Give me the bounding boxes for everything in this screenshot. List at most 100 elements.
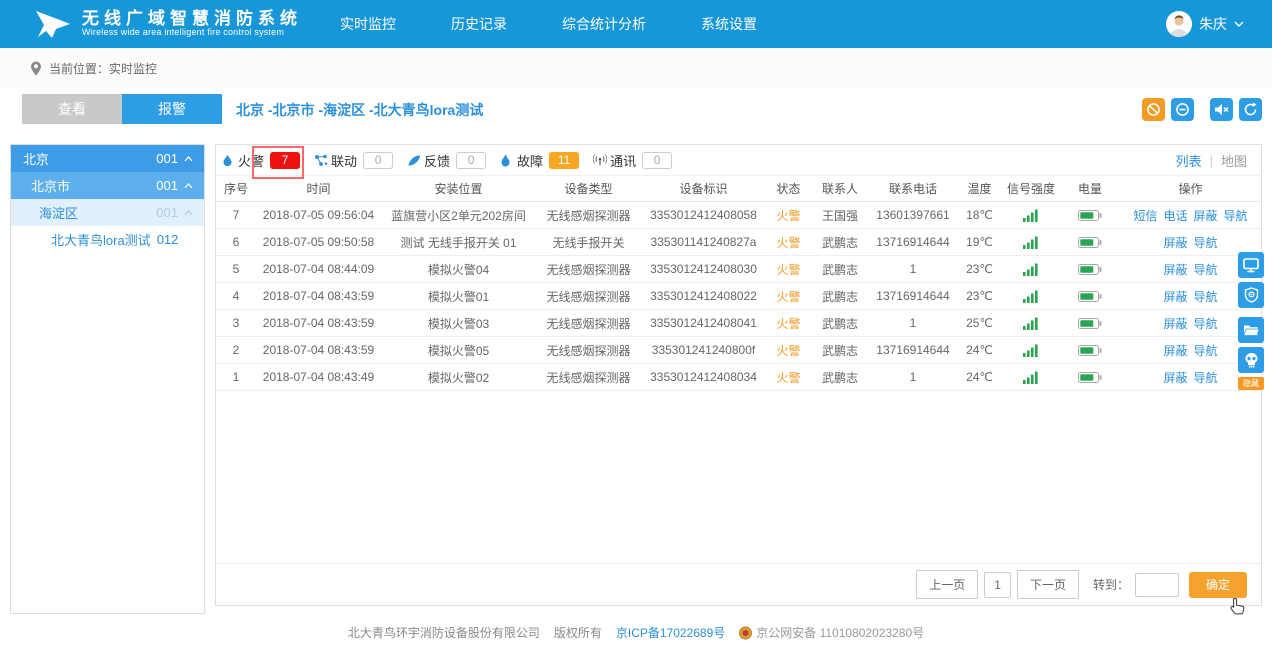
cell-no: 5 [216,256,256,283]
cell-signal [1002,364,1060,391]
linkage-count-badge: 0 [363,152,393,169]
tab-alarm[interactable]: 报警 [122,94,222,124]
cell-device-type: 无线感烟探测器 [536,202,641,229]
operation-link[interactable]: 屏蔽 [1163,263,1187,277]
refresh-button[interactable] [1239,98,1262,121]
feather-icon [407,153,421,168]
top-bar: 无线广域智慧消防系统 Wireless wide area intelligen… [0,0,1272,48]
table-row[interactable]: 3 2018-07-04 08:43:59 模拟火警03 无线感烟探测器 335… [216,310,1261,337]
operation-link[interactable]: 短信 [1133,209,1157,223]
tree-item-city[interactable]: 北京市 001 [11,172,204,199]
filter-feedback[interactable]: 反馈 0 [407,151,486,170]
operation-link[interactable]: 导航 [1194,263,1218,277]
operation-link[interactable]: 屏蔽 [1194,209,1218,223]
operation-link[interactable]: 屏蔽 [1163,371,1187,385]
operation-link[interactable]: 电话 [1163,209,1187,223]
user-menu[interactable]: 朱庆 [1166,11,1244,37]
prev-page-button[interactable]: 上一页 [916,570,978,599]
circle-minus-button[interactable] [1171,98,1194,121]
cell-contact: 武鹏志 [811,229,869,256]
location-pin-icon [30,61,42,76]
column-header: 联系电话 [869,176,957,202]
cell-no: 4 [216,283,256,310]
operation-link[interactable]: 导航 [1194,344,1218,358]
column-header: 状态 [766,176,811,202]
cell-time: 2018-07-04 08:43:59 [256,337,381,364]
column-header: 安装位置 [381,176,536,202]
cell-time: 2018-07-05 09:50:58 [256,229,381,256]
cell-location: 测试 无线手报开关 01 [381,229,536,256]
cell-phone: 13716914644 [869,337,957,364]
cell-location: 模拟火警03 [381,310,536,337]
cell-device-id: 3353012412408030 [641,256,766,283]
filter-bar: 火警 7 联动 0 反馈 0 [216,145,1261,175]
next-page-button[interactable]: 下一页 [1017,570,1079,599]
cell-status: 火警 [766,310,811,337]
filter-fire[interactable]: 火警 7 [221,151,300,170]
folder-button[interactable] [1238,317,1264,343]
hazard-button[interactable] [1238,347,1264,373]
cell-device-id: 335301241240800f [641,337,766,364]
operation-link[interactable]: 导航 [1194,317,1218,331]
column-header: 操作 [1120,176,1261,202]
battery-icon [1078,210,1102,221]
cell-status: 火警 [766,229,811,256]
confirm-button[interactable]: 确定 [1189,572,1247,598]
table-row[interactable]: 2 2018-07-04 08:43:59 模拟火警05 无线感烟探测器 335… [216,337,1261,364]
tab-view[interactable]: 查看 [22,94,122,124]
nav-item[interactable]: 实时监控 [340,14,396,34]
filter-linkage[interactable]: 联动 0 [314,151,393,170]
view-map-link[interactable]: 地图 [1221,151,1247,170]
cell-no: 6 [216,229,256,256]
monitor-button[interactable] [1238,252,1264,278]
pagination: 上一页 1 下一页 转到： 确定 [216,563,1261,605]
antenna-icon [593,153,607,168]
table-row[interactable]: 5 2018-07-04 08:44:09 模拟火警04 无线感烟探测器 335… [216,256,1261,283]
tree-item-site[interactable]: 北大青鸟lora测试 012 [11,226,204,253]
column-header: 温度 [957,176,1002,202]
operation-link[interactable]: 导航 [1194,290,1218,304]
operation-link[interactable]: 屏蔽 [1163,236,1187,250]
cell-signal [1002,256,1060,283]
cell-phone: 13716914644 [869,283,957,310]
main-nav: 实时监控 历史记录 综合统计分析 系统设置 [340,14,757,34]
logo: 无线广域智慧消防系统 Wireless wide area intelligen… [30,5,302,43]
cell-location: 模拟火警04 [381,256,536,283]
filter-comm[interactable]: 通讯 0 [593,151,672,170]
table-row[interactable]: 1 2018-07-04 08:43:49 模拟火警02 无线感烟探测器 335… [216,364,1261,391]
operation-link[interactable]: 屏蔽 [1163,344,1187,358]
operation-link[interactable]: 导航 [1194,236,1218,250]
cell-no: 3 [216,310,256,337]
cell-location: 蓝旗营小区2单元202房间 [381,202,536,229]
cell-time: 2018-07-04 08:43:49 [256,364,381,391]
table-empty-space [216,391,1261,563]
block-button[interactable] [1142,98,1165,121]
nav-item[interactable]: 综合统计分析 [562,14,646,34]
view-list-link[interactable]: 列表 [1176,151,1202,170]
icp-link[interactable]: 京ICP备17022689号 [616,624,725,641]
filter-label: 反馈 [424,151,450,170]
filter-fault[interactable]: 故障 11 [500,151,579,170]
police-number: 京公网安备 11010802023280号 [756,624,924,641]
nav-item[interactable]: 系统设置 [701,14,757,34]
tree-item-province[interactable]: 北京 001 [11,145,204,172]
table-row[interactable]: 7 2018-07-05 09:56:04 蓝旗营小区2单元202房间 无线感烟… [216,202,1261,229]
operation-link[interactable]: 屏蔽 [1163,317,1187,331]
operation-link[interactable]: 导航 [1194,371,1218,385]
tree-item-district[interactable]: 海淀区 001 [11,199,204,226]
filter-label: 故障 [517,151,543,170]
operation-link[interactable]: 导航 [1224,209,1248,223]
mute-button[interactable] [1210,98,1233,121]
hide-toolbar-button[interactable]: 隐藏 [1238,377,1264,390]
nav-item[interactable]: 历史记录 [451,14,507,34]
table-row[interactable]: 4 2018-07-04 08:43:59 模拟火警01 无线感烟探测器 335… [216,283,1261,310]
cell-temp: 24℃ [957,364,1002,391]
page-number[interactable]: 1 [984,572,1011,598]
table-row[interactable]: 6 2018-07-05 09:50:58 测试 无线手报开关 01 无线手报开… [216,229,1261,256]
goto-page-input[interactable] [1135,573,1179,597]
operation-link[interactable]: 屏蔽 [1163,290,1187,304]
cell-device-type: 无线感烟探测器 [536,337,641,364]
cell-temp: 25℃ [957,310,1002,337]
shield-settings-button[interactable] [1238,282,1264,308]
battery-icon [1078,291,1102,302]
